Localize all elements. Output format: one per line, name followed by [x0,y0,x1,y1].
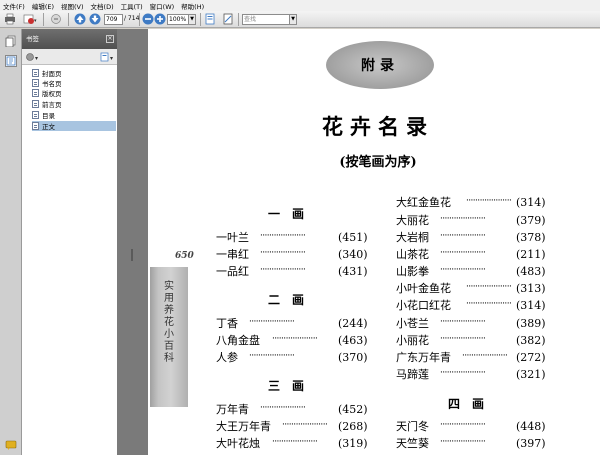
pages-icon [5,35,16,48]
share-button[interactable]: ▾ [23,13,37,25]
appendix-badge: 附录 [326,41,434,89]
next-page-button[interactable] [89,13,101,25]
page-total-label: / 714 [124,15,140,22]
zoom-dropdown-arrow[interactable]: ▼ [189,14,196,25]
menu-edit[interactable]: 编辑(E) [32,1,54,11]
panel-title: 书签 [26,35,39,43]
page-subtitle: (按笔画为序) [339,155,417,170]
panel-close-button[interactable]: × [106,35,114,43]
menu-bar: 文件(F) 编辑(E) 视图(V) 文档(D) 工具(T) 窗口(W) 帮助(H… [0,0,600,11]
toolbar-separator [68,13,69,26]
bookmark-item[interactable]: 版权页 [32,88,116,98]
menu-tools[interactable]: 工具(T) [121,1,143,11]
svg-text:▾: ▾ [110,55,113,62]
search-dropdown-arrow[interactable]: ▼ [290,14,297,25]
menu-document[interactable]: 文档(D) [91,1,114,11]
bookmarks-panel: 书签 × ▾ ▾ 封面页 书名页 版权页 前言页 目录 正文 [22,29,118,455]
bookmark-item[interactable]: 封面页 [32,68,116,78]
page-icon [32,111,39,119]
zoom-out-icon [142,13,154,25]
book-spine-stamp: 实用养花小百科 [150,267,188,407]
new-bookmark-icon: ▾ [100,52,113,62]
bookmark-item[interactable]: 书名页 [32,78,116,88]
arrow-down-icon [89,13,101,25]
stamp-text: 实用养花小百科 [164,281,174,364]
document-page: 附录 花卉名录 (按笔画为序) 650 实用养花小百科 一 画 一叶兰 ·····… [148,29,600,455]
comment-icon [5,440,17,450]
fit-width-button[interactable] [222,13,234,25]
stamp-number: 650 [175,251,194,261]
new-bookmark-button[interactable]: ▾ [100,52,116,62]
hand-tool-button[interactable] [50,13,62,25]
toolbar-separator [139,13,140,26]
menu-view[interactable]: 视图(V) [61,1,84,11]
toolbar: ▾ 709 / 714 100% ▼ 查找 ▼ [0,11,600,28]
bookmark-icon [6,56,16,66]
panel-header: 书签 × [22,29,117,49]
page-title: 花卉名录 [322,114,434,139]
section-heading: 三 画 [268,379,305,393]
zoom-in-icon [154,13,166,25]
zoom-out-button[interactable] [142,13,154,25]
bookmark-label: 版权页 [42,90,62,98]
fit-page-button[interactable] [204,13,216,25]
email-icon: ▾ [23,14,37,24]
arrow-up-icon [74,13,86,25]
zoom-in-button[interactable] [154,13,166,25]
page-icon [32,122,39,130]
navigation-strip [0,29,22,455]
bookmark-label: 前言页 [42,101,62,109]
menu-window[interactable]: 窗口(W) [150,1,175,11]
fit-page-icon [205,13,215,25]
bookmark-item[interactable]: 目录 [32,110,116,120]
section-heading: 一 画 [268,207,305,221]
bookmark-item-selected[interactable]: 正文 [32,121,116,131]
section-heading: 二 画 [268,293,305,307]
bookmark-label: 目录 [42,112,55,120]
previous-page-button[interactable] [74,13,86,25]
printer-icon [5,13,15,25]
page-icon [32,89,39,97]
bookmark-label: 正文 [42,123,55,131]
hand-icon [51,14,61,24]
bookmark-item[interactable]: 前言页 [32,99,116,109]
comments-tab[interactable] [5,439,17,451]
print-button[interactable] [4,13,16,25]
svg-text:▾: ▾ [34,18,37,24]
toolbar-separator [43,13,44,26]
section-heading: 四 画 [448,397,485,411]
panel-splitter[interactable] [118,29,148,455]
page-icon [32,79,39,87]
pages-tab[interactable] [5,35,17,48]
toolbar-separator [200,13,201,26]
bookmarks-tab[interactable] [5,55,17,67]
menu-help[interactable]: 帮助(H) [181,1,204,11]
options-icon: ▾ [26,53,38,62]
search-input[interactable]: 查找 [242,14,290,25]
panel-toolbar: ▾ ▾ [22,49,117,65]
toolbar-separator [238,13,239,26]
fit-width-icon [223,13,233,25]
page-icon [32,100,39,108]
menu-file[interactable]: 文件(F) [3,1,25,11]
page-number-input[interactable]: 709 [104,14,123,25]
splitter-grip[interactable] [131,249,133,261]
bookmark-label: 书名页 [42,80,62,88]
bookmark-label: 封面页 [42,70,62,78]
zoom-field[interactable]: 100% [167,14,189,25]
bookmark-options-button[interactable]: ▾ [25,52,41,62]
page-icon [32,69,39,77]
svg-text:▾: ▾ [35,55,38,62]
